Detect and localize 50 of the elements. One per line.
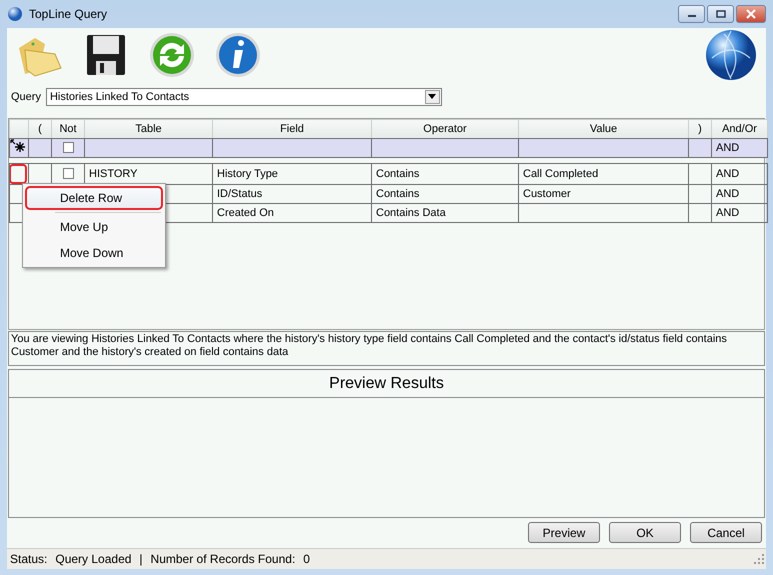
status-text: Query Loaded (55, 552, 132, 566)
column-header[interactable]: ( (28, 119, 52, 138)
globe-icon (7, 6, 23, 22)
query-dropdown[interactable]: Histories Linked To Contacts (46, 88, 442, 106)
table-cell: AND (712, 184, 768, 204)
table-cell: ID/Status (212, 184, 372, 204)
column-header[interactable]: Value (518, 119, 688, 138)
table-cell: AND (712, 163, 768, 184)
close-button[interactable] (736, 5, 766, 23)
table-cell: Contains Data (372, 203, 518, 222)
query-label: Query (11, 90, 41, 103)
table-cell: Created On (212, 203, 372, 222)
table-cell: Customer (518, 184, 688, 204)
table-cell: AND (712, 203, 768, 222)
table-cell: Contains (372, 163, 518, 184)
checkbox[interactable] (62, 142, 74, 154)
menu-item[interactable]: Delete Row (25, 186, 163, 210)
menu-item[interactable]: Move Up (25, 214, 163, 239)
info-icon[interactable] (213, 30, 263, 80)
separator: | (139, 552, 143, 566)
maximize-icon (716, 10, 726, 18)
window-title: TopLine Query (29, 7, 108, 21)
checkbox[interactable] (62, 168, 74, 180)
menu-item[interactable]: Move Down (25, 240, 163, 265)
globe-icon (704, 28, 758, 82)
preview-title: Preview Results (9, 370, 764, 398)
column-header[interactable]: Operator (372, 119, 518, 138)
column-header[interactable]: ) (688, 119, 712, 138)
refresh-icon[interactable] (147, 30, 197, 80)
query-description: You are viewing Histories Linked To Contacts where the history's history type field contains Call Completed and the contact's id/status field contains Customer and the history's created on field contains data (8, 331, 765, 366)
minimize-button[interactable] (678, 5, 705, 23)
column-header[interactable]: Field (212, 119, 372, 138)
dropdown-arrow-icon (428, 94, 436, 100)
records-count: 0 (303, 552, 310, 566)
table-cell: AND (712, 138, 768, 158)
status-label: Status: (10, 552, 48, 566)
records-label: Number of Records Found: (150, 552, 296, 566)
table-cell: History Type (212, 163, 372, 184)
ok-button[interactable]: OK (609, 522, 681, 544)
preview-button[interactable]: Preview (528, 522, 600, 544)
table-cell: Call Completed (518, 163, 688, 184)
maximize-button[interactable] (707, 5, 734, 23)
cancel-button[interactable]: Cancel (690, 522, 762, 544)
close-icon (746, 9, 756, 19)
column-header[interactable]: Table (84, 119, 212, 138)
column-header[interactable]: And/Or (712, 119, 768, 138)
new-row-icon (10, 139, 26, 154)
resize-grip-icon[interactable] (754, 554, 764, 564)
table-cell: Contains (372, 184, 518, 204)
column-header[interactable]: Not (52, 119, 84, 138)
